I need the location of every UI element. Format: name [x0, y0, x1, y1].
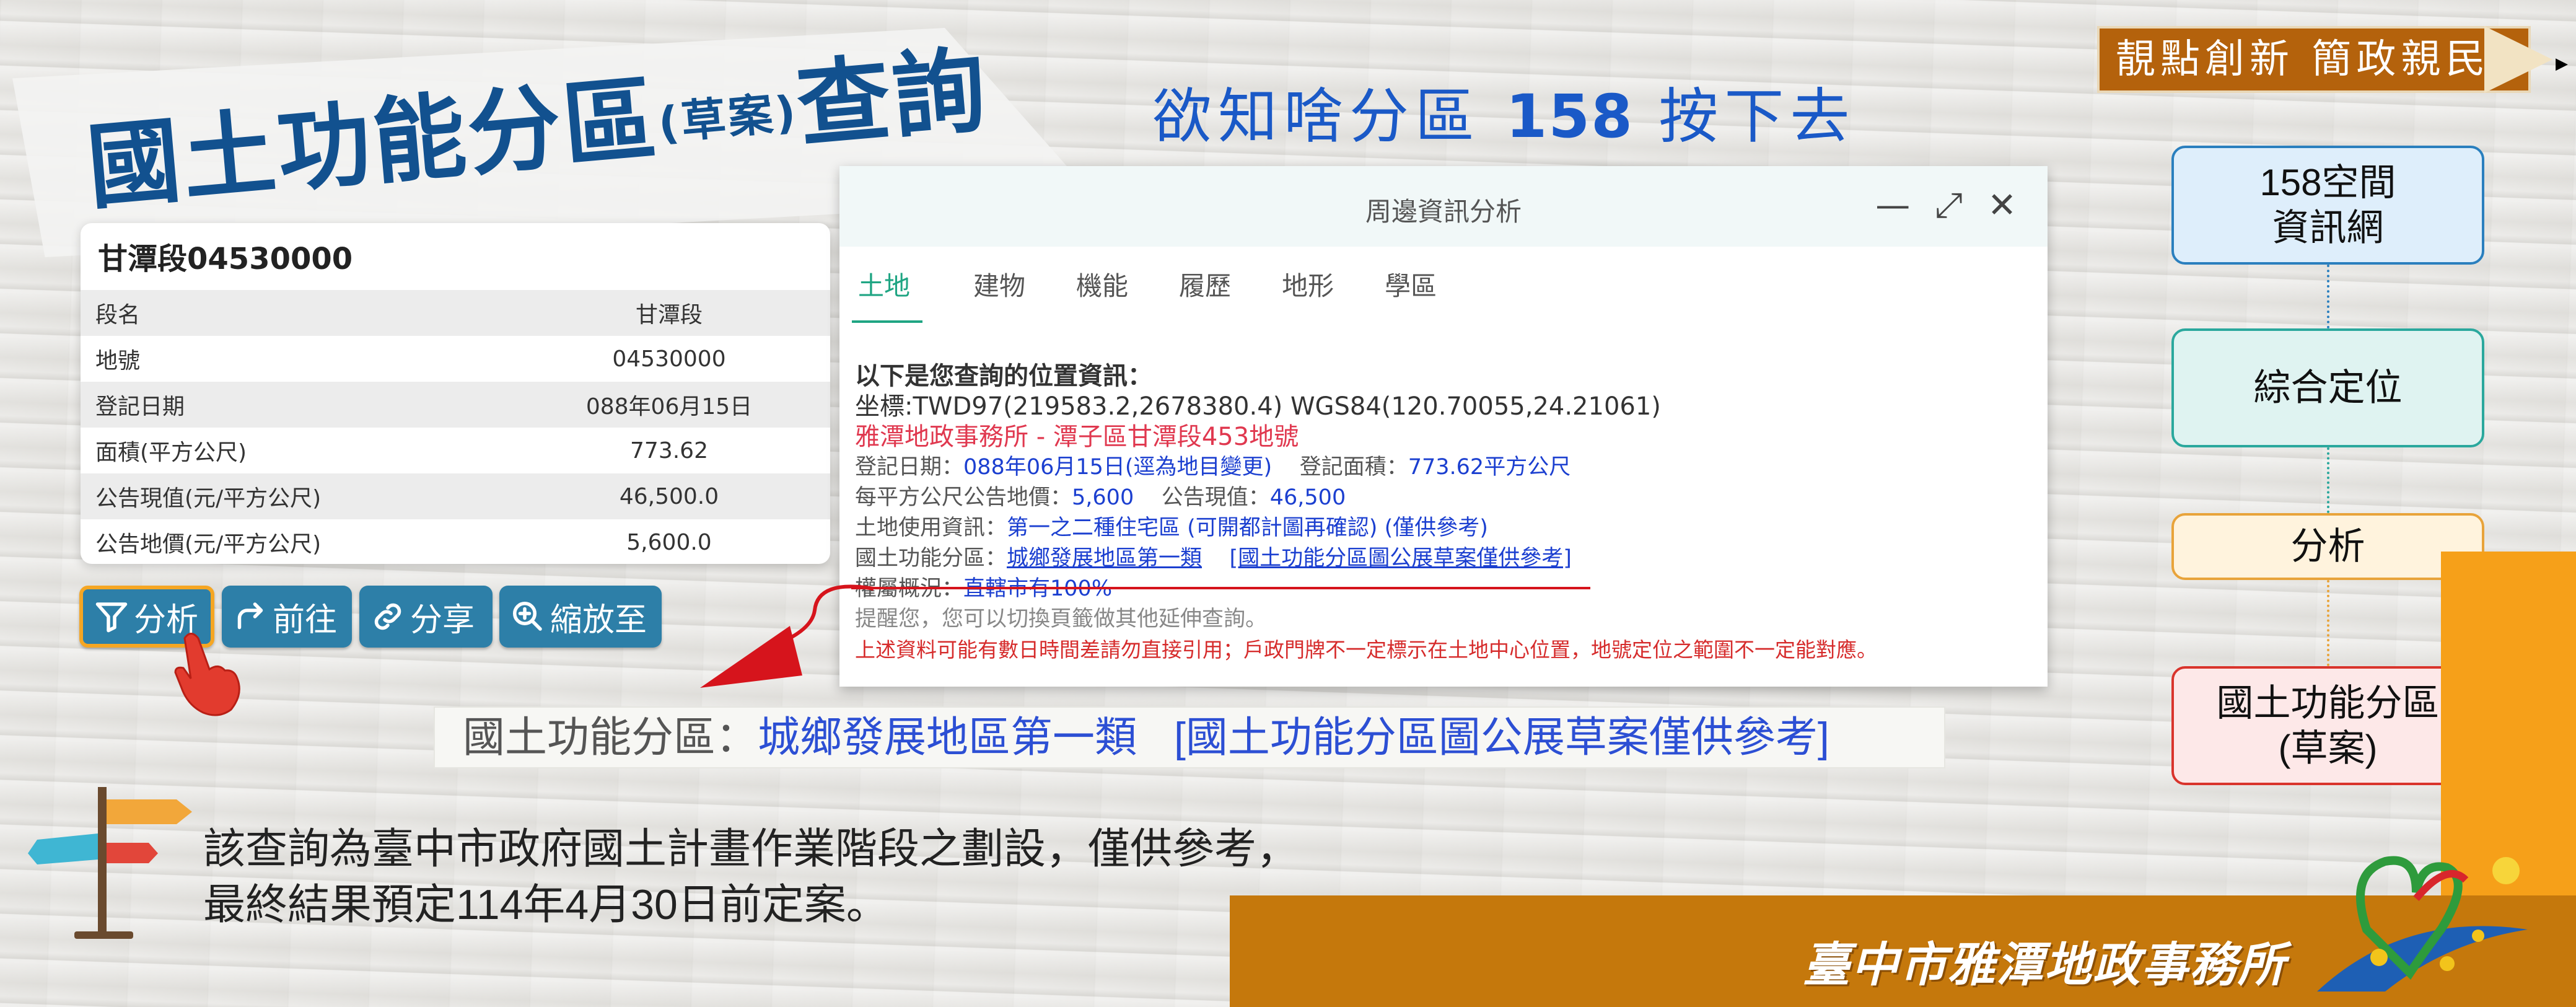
panel-controls: — ⤢ ✕ — [1875, 187, 2017, 224]
flow-step-positioning: 綜合定位 — [2171, 328, 2484, 447]
zone-strip-link: [國土功能分區圖公展草案僅供參考] — [1174, 714, 1829, 761]
zone-label: 國土功能分區： — [855, 546, 1007, 571]
close-icon[interactable]: ✕ — [1987, 187, 2017, 224]
zone-value-link[interactable]: 城鄉發展地區第一類 — [1007, 546, 1202, 571]
note-line-2: 最終結果預定114年4月30日前定案。 — [203, 881, 888, 928]
row-value: 773.62 — [630, 438, 708, 464]
flow-connector — [2327, 447, 2329, 513]
warning-line: 上述資料可能有數日時間差請勿直接引用；戶政門牌不一定標示在土地中心位置，地號定位… — [855, 638, 1877, 662]
panel-title: 周邊資訊分析 — [1365, 196, 1522, 227]
title-main-after: 查詢 — [792, 36, 992, 161]
office-name: 臺中市雅潭地政事務所 — [1803, 937, 2286, 992]
land-price-value: 5,600 — [1072, 485, 1134, 510]
land-use-value[interactable]: 第一之二種住宅區 (可開都計圖再確認) (僅供參考) — [1007, 516, 1488, 540]
slogan: 欲知啥分區 158 按下去 — [1152, 68, 1855, 154]
reg-date-value: 088年06月15日(逕為地目變更) — [963, 455, 1273, 480]
registration-line: 登記日期：088年06月15日(逕為地目變更) 登記面積：773.62平方公尺 — [855, 452, 2032, 483]
info-heading: 以下是您查詢的位置資訊： — [855, 362, 1152, 390]
tab-land[interactable]: 土地 — [852, 265, 923, 323]
row-value: 088年06月15日 — [585, 394, 753, 420]
table-row: 面積(平方公尺) 773.62 — [81, 428, 830, 473]
zone-draft-link[interactable]: [國土功能分區圖公展草案僅供參考] — [1230, 546, 1572, 571]
land-use-label: 土地使用資訊： — [855, 516, 1007, 540]
surrounding-info-panel: 周邊資訊分析 — ⤢ ✕ 土地 建物 機能 履歷 地形 學區 以下是您查詢的位置… — [839, 166, 2048, 687]
share-button-label: 分享 — [410, 601, 475, 639]
motto-tag: 靚點創新 簡政親民 — [2097, 26, 2531, 93]
zone-result-strip: 國土功能分區：城鄉發展地區第一類 [國土功能分區圖公展草案僅供參考] — [434, 706, 1945, 768]
land-info-card: 甘潭段04530000 段名 甘潭段 地號 04530000 登記日期 088年06月… — [81, 223, 830, 564]
row-value: 5,600.0 — [626, 529, 712, 555]
row-value: 甘潭段 — [635, 302, 703, 328]
flow-step-analysis: 分析 — [2171, 513, 2484, 580]
panel-header: 周邊資訊分析 — ⤢ ✕ — [839, 166, 2048, 247]
land-info-table: 段名 甘潭段 地號 04530000 登記日期 088年06月15日 面積(平方公尺)… — [81, 290, 830, 564]
zone-strip-value: 城鄉發展地區第一類 — [758, 714, 1137, 761]
table-row: 段名 甘潭段 — [81, 290, 830, 336]
present-value-value: 46,500 — [1269, 485, 1346, 510]
price-line: 每平方公尺公告地價：5,600 公告現值：46,500 — [855, 483, 2032, 513]
table-row: 地號 04530000 — [81, 336, 830, 382]
row-key: 段名 — [95, 302, 141, 328]
table-row: 公告現值(元/平方公尺) 46,500.0 — [81, 473, 830, 519]
share-button[interactable]: 分享 — [359, 586, 493, 648]
zoom-to-button[interactable]: 縮放至 — [499, 586, 662, 648]
flow-step-zoning: 國土功能分區 (草案) — [2171, 666, 2484, 785]
flow-connector — [2327, 265, 2329, 328]
red-arrow-icon — [700, 584, 874, 688]
tab-function[interactable]: 機能 — [1076, 265, 1128, 323]
land-price-label: 每平方公尺公告地價： — [855, 485, 1072, 510]
link-icon — [374, 603, 401, 630]
goto-button-label: 前往 — [273, 601, 338, 639]
coordinate-line: 坐標:TWD97(219583.2,2678380.4) WGS84(120.7… — [855, 392, 1661, 421]
flow-step-158-network: 158空間 資訊網 — [2171, 146, 2484, 265]
tab-terrain[interactable]: 地形 — [1282, 265, 1334, 323]
land-use-line: 土地使用資訊：第一之二種住宅區 (可開都計圖再確認) (僅供參考) — [855, 513, 2032, 543]
table-row: 公告地價(元/平方公尺) 5,600.0 — [81, 519, 830, 564]
office-parcel-line: 雅潭地政事務所 - 潭子區甘潭段453地號 — [855, 423, 1299, 451]
flow-connector — [2327, 580, 2329, 666]
present-value-label: 公告現值： — [1161, 485, 1270, 510]
minimize-icon[interactable]: — — [1875, 187, 1910, 224]
zone-line: 國土功能分區：城鄉發展地區第一類 [國土功能分區圖公展草案僅供參考] — [855, 543, 2032, 574]
row-value: 04530000 — [612, 346, 726, 372]
tab-building[interactable]: 建物 — [973, 265, 1025, 323]
reminder-line: 提醒您，您可以切換頁籤做其他延伸查詢。 — [855, 607, 1268, 631]
slogan-prefix: 欲知啥分區 — [1152, 82, 1481, 151]
land-card-title: 甘潭段04530000 — [98, 242, 353, 276]
zone-highlight-underline — [851, 587, 1590, 589]
reg-area-value: 773.62平方公尺 — [1408, 455, 1571, 480]
row-key: 公告現值(元/平方公尺) — [95, 486, 322, 511]
disclaimer-note: 該查詢為臺中市政府國土計畫作業階段之劃設，僅供參考， 最終結果預定114年4月3… — [203, 821, 1299, 933]
row-value: 46,500.0 — [619, 483, 719, 509]
pointing-hand-icon — [174, 633, 240, 716]
slogan-number: 158 — [1505, 82, 1634, 151]
row-key: 登記日期 — [95, 394, 185, 420]
motto-tip-icon: ▶ — [2556, 55, 2568, 73]
row-key: 地號 — [95, 348, 141, 374]
panel-tabs: 土地 建物 機能 履歷 地形 學區 — [852, 265, 1487, 323]
signpost-icon — [28, 787, 192, 939]
maximize-icon[interactable]: ⤢ — [1935, 187, 1963, 224]
zoom-to-button-label: 縮放至 — [550, 601, 647, 639]
table-row: 登記日期 088年06月15日 — [81, 382, 830, 428]
slogan-suffix: 按下去 — [1658, 82, 1856, 151]
zoom-in-icon — [513, 602, 542, 631]
panel-body: 以下是您查詢的位置資訊： 坐標:TWD97(219583.2,2678380.4… — [855, 361, 2032, 665]
reg-area-label: 登記面積： — [1299, 455, 1408, 480]
reg-date-label: 登記日期： — [855, 455, 964, 480]
note-line-1: 該查詢為臺中市政府國土計畫作業階段之劃設，僅供參考， — [203, 825, 1299, 873]
row-key: 面積(平方公尺) — [95, 440, 247, 465]
title-main-small: (草案) — [656, 86, 800, 150]
row-key: 公告地價(元/平方公尺) — [95, 532, 322, 557]
filter-icon — [95, 602, 128, 633]
zone-strip-label: 國土功能分區： — [463, 714, 758, 761]
tab-school-district[interactable]: 學區 — [1385, 265, 1437, 323]
office-logo-icon — [2317, 856, 2528, 992]
tab-history[interactable]: 履歷 — [1179, 265, 1231, 323]
